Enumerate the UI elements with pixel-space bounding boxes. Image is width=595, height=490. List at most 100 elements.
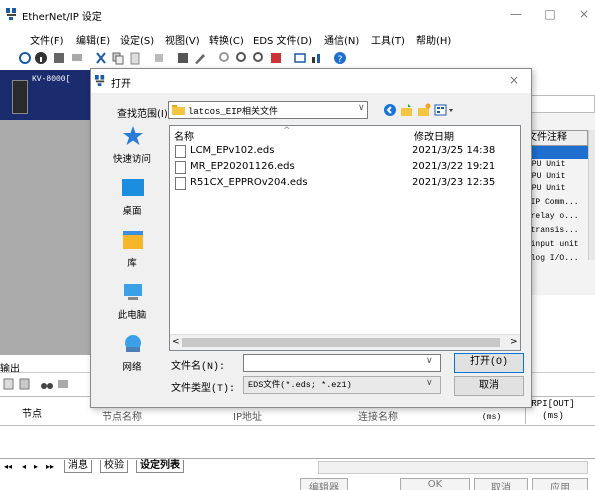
dialog-title: 打开 bbox=[111, 79, 131, 90]
binoculars-icon[interactable] bbox=[40, 377, 54, 391]
cut-icon[interactable] bbox=[94, 51, 108, 65]
rpi-in-unit: (ms) bbox=[482, 413, 502, 422]
node-name-column-header[interactable]: 节点名称 bbox=[102, 408, 142, 423]
search-device-icon[interactable] bbox=[218, 51, 232, 65]
rpi-out-column-header[interactable]: RPI[OUT] (ms) bbox=[525, 398, 580, 424]
up-folder-icon[interactable] bbox=[400, 103, 414, 117]
chevron-down-icon[interactable]: ∨ bbox=[426, 378, 433, 388]
place-network[interactable]: 网络 bbox=[97, 333, 167, 383]
paste-output-icon[interactable] bbox=[18, 377, 32, 391]
paste-icon[interactable] bbox=[128, 51, 142, 65]
file-icon bbox=[175, 177, 186, 190]
desktop-icon bbox=[122, 179, 144, 196]
edit-icon[interactable] bbox=[176, 51, 190, 65]
menu-tools[interactable]: 工具(T) bbox=[371, 32, 405, 47]
file-date: 2021/3/22 19:21 bbox=[412, 161, 496, 172]
chevron-down-icon[interactable]: ∨ bbox=[358, 103, 365, 113]
clear-output-icon[interactable] bbox=[56, 377, 70, 391]
star-icon bbox=[123, 126, 143, 145]
copy-icon[interactable] bbox=[111, 51, 125, 65]
prev-tab-arrow[interactable]: ◂ bbox=[22, 462, 26, 471]
ip-address-column-header[interactable]: IP地址 bbox=[233, 408, 262, 423]
monitor-icon[interactable] bbox=[70, 51, 84, 65]
ok-button[interactable]: OK bbox=[400, 478, 470, 490]
scrollbar-thumb[interactable] bbox=[182, 338, 500, 347]
look-in-value: latcos_EIP相关文件 bbox=[188, 107, 279, 117]
file-row[interactable]: R51CX_EPPROv204.eds 2021/3/23 12:35 bbox=[172, 176, 502, 191]
zoom-out-icon[interactable] bbox=[252, 51, 266, 65]
close-button[interactable]: × bbox=[576, 6, 592, 22]
file-row[interactable]: LCM_EPv102.eds 2021/3/25 14:38 bbox=[172, 144, 502, 159]
apply-button[interactable]: 应用 bbox=[532, 478, 588, 490]
menu-view[interactable]: 视图(V) bbox=[165, 32, 200, 47]
device-icon[interactable] bbox=[52, 51, 66, 65]
device-label: KV-8000[ bbox=[32, 75, 71, 84]
dialog-title-bar bbox=[91, 69, 531, 93]
rpi-out-label: RPI[OUT] bbox=[531, 399, 575, 409]
connection-name-column-header[interactable]: 连接名称 bbox=[358, 408, 398, 423]
place-label: 快速访问 bbox=[112, 154, 151, 165]
help-icon[interactable]: ? bbox=[333, 51, 347, 65]
name-column-header[interactable]: 名称 bbox=[174, 128, 194, 143]
upload-icon[interactable] bbox=[152, 51, 166, 65]
network-app-icon bbox=[95, 75, 105, 86]
zoom-in-icon[interactable] bbox=[235, 51, 249, 65]
node-column-header[interactable]: 节点 bbox=[22, 405, 42, 420]
plc-device-icon bbox=[12, 80, 28, 114]
chevron-down-icon[interactable]: ∨ bbox=[426, 356, 433, 366]
maximize-button[interactable]: □ bbox=[542, 6, 558, 22]
place-desktop[interactable]: 桌面 bbox=[97, 177, 167, 227]
place-this-pc[interactable]: 此电脑 bbox=[97, 281, 167, 331]
editor-button[interactable]: 编辑器 bbox=[300, 478, 348, 490]
file-row[interactable]: MR_EP20201126.eds 2021/3/22 19:21 bbox=[172, 160, 502, 175]
new-folder-icon[interactable] bbox=[417, 103, 431, 117]
place-label: 此电脑 bbox=[117, 310, 147, 321]
library-icon bbox=[123, 231, 143, 249]
horizontal-scrollbar[interactable] bbox=[318, 461, 588, 474]
next-tab-arrow[interactable]: ▸ bbox=[34, 462, 38, 471]
vertical-scrollbar[interactable] bbox=[588, 130, 595, 260]
tab-check[interactable]: 校验 bbox=[100, 460, 128, 473]
place-quick-access[interactable]: 快速访问 bbox=[97, 125, 167, 175]
file-type-label: 文件类型(T): bbox=[171, 384, 236, 395]
file-list-scrollbar[interactable]: < > bbox=[170, 334, 520, 350]
open-button[interactable]: 打开(O) bbox=[454, 353, 524, 373]
view-menu-icon[interactable] bbox=[434, 103, 456, 117]
pen-icon[interactable] bbox=[193, 51, 207, 65]
first-tab-arrow[interactable]: ◂◂ bbox=[4, 462, 12, 471]
menu-eds-file[interactable]: EDS 文件(D) bbox=[253, 32, 312, 47]
menu-bar: 文件(F) 编辑(E) 设定(S) 视图(V) 转换(C) EDS 文件(D) … bbox=[0, 28, 595, 48]
file-name: MR_EP20201126.eds bbox=[190, 161, 295, 172]
menu-communication[interactable]: 通信(N) bbox=[324, 32, 359, 47]
file-name: LCM_EPv102.eds bbox=[190, 145, 275, 156]
file-list[interactable]: 名称 ^ 修改日期 LCM_EPv102.eds 2021/3/25 14:38… bbox=[169, 125, 521, 351]
file-icon bbox=[175, 145, 186, 158]
layout-icon[interactable] bbox=[293, 51, 307, 65]
copy-output-icon[interactable] bbox=[2, 377, 16, 391]
modified-column-header[interactable]: 修改日期 bbox=[414, 128, 454, 143]
chart-icon[interactable] bbox=[310, 51, 324, 65]
dialog-close-button[interactable]: × bbox=[509, 73, 519, 87]
back-icon[interactable] bbox=[383, 103, 397, 117]
info-icon[interactable] bbox=[34, 51, 48, 65]
check-icon[interactable] bbox=[269, 51, 283, 65]
places-bar: 快速访问 桌面 库 此电脑 网络 bbox=[97, 125, 167, 373]
menu-settings[interactable]: 设定(S) bbox=[120, 32, 154, 47]
tab-messages[interactable]: 消息 bbox=[64, 460, 92, 473]
file-name-input[interactable] bbox=[243, 354, 441, 372]
network-scan-icon[interactable] bbox=[18, 51, 32, 65]
tab-settings-list[interactable]: 设定列表 bbox=[136, 460, 184, 473]
cancel-main-button[interactable]: 取消 bbox=[474, 478, 528, 490]
menu-file[interactable]: 文件(F) bbox=[30, 32, 64, 47]
scroll-right-arrow[interactable]: > bbox=[510, 337, 518, 347]
scroll-left-arrow[interactable]: < bbox=[172, 337, 180, 347]
minimize-button[interactable]: — bbox=[508, 6, 524, 22]
menu-convert[interactable]: 转换(C) bbox=[209, 32, 244, 47]
last-tab-arrow[interactable]: ▸▸ bbox=[46, 462, 54, 471]
cancel-button[interactable]: 取消 bbox=[454, 376, 524, 396]
menu-help[interactable]: 帮助(H) bbox=[416, 32, 451, 47]
table-cell: CPU Unit bbox=[527, 172, 566, 181]
place-library[interactable]: 库 bbox=[97, 229, 167, 279]
menu-edit[interactable]: 编辑(E) bbox=[76, 32, 110, 47]
file-type-select[interactable]: EDS文件(*.eds; *.ez1) bbox=[243, 376, 441, 394]
